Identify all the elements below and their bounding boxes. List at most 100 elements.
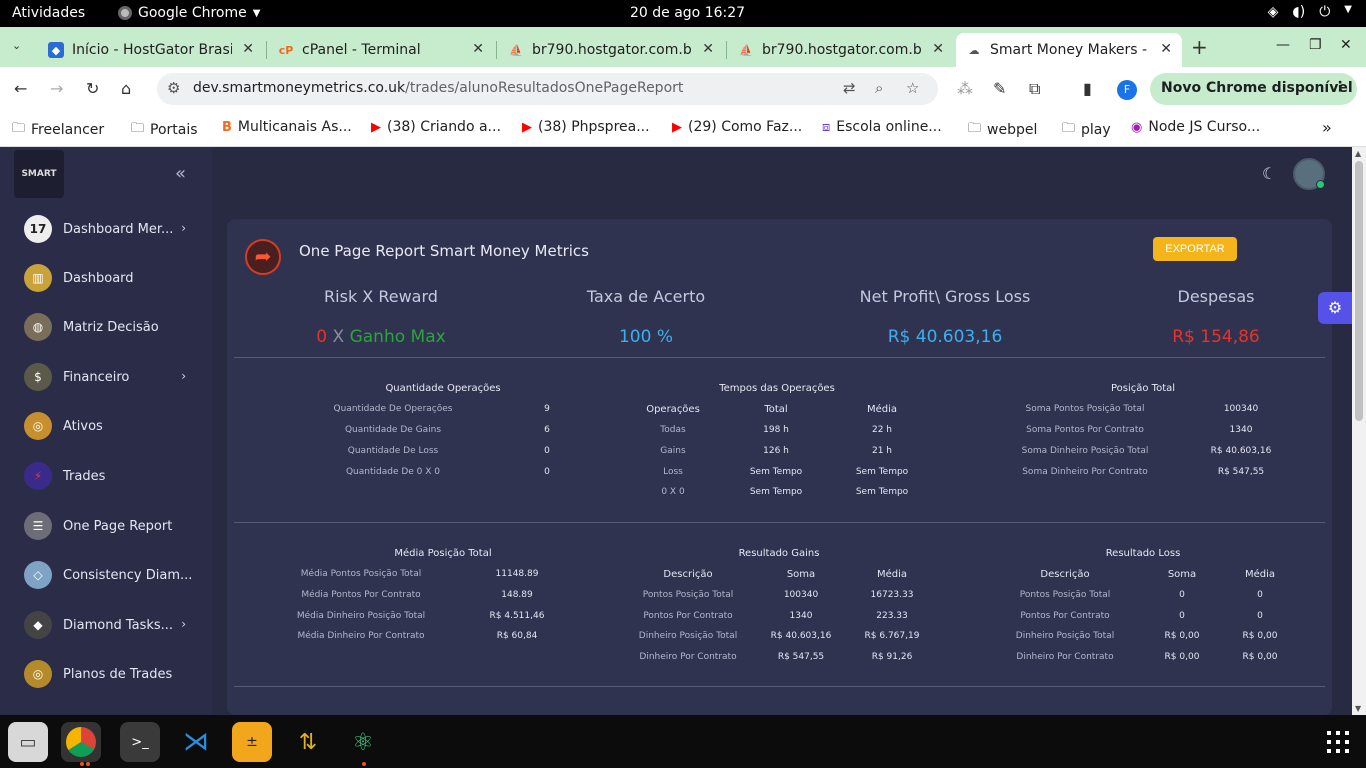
- sidebar-item-matriz[interactable]: ◍ Matriz Decisão: [24, 312, 204, 342]
- bookmark-multicanais[interactable]: B Multicanais As...: [222, 119, 352, 135]
- sidebar-item-diamond-tasks[interactable]: ◆ Diamond Tasks... ›: [24, 610, 204, 640]
- system-tray[interactable]: ◈ ◖) ⏻ ▼: [1268, 4, 1352, 20]
- divider: [234, 686, 1325, 687]
- table-cell: 21 h: [871, 446, 893, 456]
- chrome-icon[interactable]: [61, 722, 101, 762]
- scrollbar-thumb[interactable]: [1355, 161, 1363, 421]
- vscode-icon[interactable]: ⋊: [176, 722, 216, 762]
- terminal-icon[interactable]: >_: [120, 722, 160, 762]
- table-header: Descrição: [1040, 569, 1090, 580]
- atom-icon[interactable]: ⚛: [343, 722, 383, 762]
- files-icon[interactable]: ▭: [8, 722, 48, 762]
- eyedropper-icon[interactable]: ✎: [993, 79, 1006, 98]
- table-cell: R$ 0,00: [1242, 652, 1278, 662]
- url-text[interactable]: dev.smartmoneymetrics.co.uk/trades/aluno…: [193, 80, 683, 96]
- close-tab-icon[interactable]: ✕: [1160, 41, 1172, 57]
- translate-icon[interactable]: ⇄: [843, 79, 856, 97]
- new-tab-button[interactable]: +: [1191, 35, 1208, 59]
- table-cell: Média Pontos Por Contrato: [301, 590, 421, 600]
- app-logo[interactable]: SMART: [14, 150, 64, 198]
- phpmyadmin-icon: ⛵: [739, 43, 753, 57]
- home-icon[interactable]: ⌂: [121, 79, 131, 98]
- calculator-icon[interactable]: ±: [232, 722, 272, 762]
- tab-search-icon[interactable]: ⌄: [12, 39, 21, 52]
- close-tab-icon[interactable]: ✕: [472, 41, 484, 57]
- bookmark-play[interactable]: 🗀 play: [1062, 119, 1111, 141]
- sidebar-item-dashboard[interactable]: ▥ Dashboard: [24, 263, 204, 293]
- filezilla-icon[interactable]: ⇅: [288, 722, 328, 762]
- table-cell: Quantidade De 0 X 0: [345, 467, 441, 477]
- forward-arrow-icon[interactable]: →: [50, 79, 63, 98]
- bookmark-youtube-1[interactable]: ▶ (38) Criando a...: [371, 119, 501, 135]
- tab-separator: [266, 41, 267, 59]
- bookmark-node[interactable]: ◉ Node JS Curso...: [1131, 119, 1260, 135]
- table-cell: Pontos Por Contrato: [643, 611, 733, 621]
- app-grid-icon[interactable]: [1327, 731, 1349, 753]
- table-cell: Dinheiro Por Contrato: [1016, 652, 1114, 662]
- activities-button[interactable]: Atividades: [12, 5, 85, 21]
- tab-phpmyadmin-1[interactable]: ⛵ br790.hostgator.com.br ✕: [498, 33, 724, 67]
- table-cell: Sem Tempo: [749, 467, 803, 477]
- bookmark-star-icon[interactable]: ☆: [906, 79, 919, 97]
- tab-phpmyadmin-2[interactable]: ⛵ br790.hostgator.com.br ✕: [728, 33, 954, 67]
- more-bookmarks-icon[interactable]: »: [1322, 118, 1332, 137]
- section-title-quantidade: Quantidade Operações: [385, 383, 501, 394]
- export-button[interactable]: EXPORTAR: [1153, 237, 1237, 261]
- bookmark-freelancer[interactable]: 🗀 Freelancer: [12, 119, 104, 141]
- trades-icon: ⚡: [24, 462, 52, 490]
- kpi-value-risk-reward: 0 X Ganho Max: [251, 327, 511, 347]
- close-tab-icon[interactable]: ✕: [932, 41, 944, 57]
- sidebar-item-dashboard-mercado[interactable]: 17 Dashboard Mer... ›: [24, 214, 204, 244]
- dark-mode-toggle-icon[interactable]: ☾: [1262, 164, 1276, 183]
- update-chrome-button[interactable]: Novo Chrome disponível ⋮: [1150, 73, 1357, 105]
- url-domain: dev.smartmoneymetrics.co.uk: [193, 80, 406, 96]
- scroll-up-icon[interactable]: ▲: [1355, 149, 1361, 158]
- sidebar-item-one-page-report[interactable]: ☰ One Page Report: [24, 511, 204, 541]
- school-icon: ⧈: [822, 119, 831, 135]
- table-cell: Soma Pontos Posição Total: [1025, 404, 1145, 414]
- tab-hostgator[interactable]: ◆ Início - HostGator Brasil ✕: [38, 33, 264, 67]
- risk-value: 0: [316, 327, 328, 347]
- clock[interactable]: 20 de ago 16:27: [630, 5, 745, 21]
- matrix-icon: ◍: [24, 313, 52, 341]
- bookmark-label: Freelancer: [31, 122, 105, 138]
- tab-cpanel[interactable]: cP cPanel - Terminal ✕: [268, 33, 494, 67]
- bookmark-youtube-3[interactable]: ▶ (29) Como Faz...: [672, 119, 802, 135]
- app-menu[interactable]: Google Chrome ▼: [118, 5, 260, 21]
- scroll-down-icon[interactable]: ▼: [1355, 704, 1361, 713]
- bookmark-escola[interactable]: ⧈ Escola online...: [822, 119, 942, 135]
- bookmark-portais[interactable]: 🗀 Portais: [131, 119, 198, 141]
- tab-separator: [496, 41, 497, 59]
- window-close-icon[interactable]: ✕: [1340, 37, 1352, 53]
- settings-gear-icon[interactable]: ⚙: [1318, 292, 1352, 324]
- tab-title: cPanel - Terminal: [302, 42, 421, 58]
- extension-icon[interactable]: ⁂: [957, 79, 973, 98]
- user-avatar[interactable]: [1293, 158, 1325, 190]
- site-info-icon[interactable]: ⚙: [167, 79, 180, 97]
- back-arrow-icon[interactable]: ➦: [245, 239, 281, 275]
- bookmark-youtube-2[interactable]: ▶ (38) Phpsprea...: [522, 119, 650, 135]
- bookmark-webpel[interactable]: 🗀 webpel: [968, 119, 1037, 141]
- close-tab-icon[interactable]: ✕: [242, 41, 254, 57]
- sidebar-item-financeiro[interactable]: $ Financeiro ›: [24, 362, 204, 392]
- tab-smart-money[interactable]: ☁ Smart Money Makers - One Page Report ✕: [956, 33, 1182, 67]
- reward-value: Ganho Max: [349, 327, 446, 347]
- sidebar-item-consistency[interactable]: ◇ Consistency Diam...: [24, 560, 204, 590]
- back-arrow-icon[interactable]: ←: [14, 79, 27, 98]
- maximize-icon[interactable]: ❐: [1309, 37, 1322, 53]
- puzzle-icon[interactable]: ⧉: [1029, 79, 1040, 99]
- collapse-sidebar-icon[interactable]: «: [175, 163, 186, 184]
- sidebar-item-ativos[interactable]: ◎ Ativos: [24, 411, 204, 441]
- bookmark-label: (38) Phpsprea...: [538, 119, 650, 135]
- side-panel-icon[interactable]: ▮: [1083, 79, 1092, 98]
- minimize-icon[interactable]: —: [1276, 37, 1290, 53]
- page-scrollbar[interactable]: ▲ ▼: [1352, 147, 1366, 715]
- address-bar[interactable]: ⚙ dev.smartmoneymetrics.co.uk/trades/alu…: [157, 73, 938, 105]
- sidebar-item-trades[interactable]: ⚡ Trades: [24, 461, 204, 491]
- sidebar-item-planos[interactable]: ◎ Planos de Trades: [24, 659, 204, 689]
- reload-icon[interactable]: ↻: [86, 79, 99, 98]
- profile-avatar[interactable]: F: [1117, 80, 1137, 100]
- dock: ▭ >_ ⋊ ± ⇅ ⚛: [0, 715, 1366, 768]
- close-tab-icon[interactable]: ✕: [702, 41, 714, 57]
- zoom-icon[interactable]: ⌕: [875, 79, 883, 97]
